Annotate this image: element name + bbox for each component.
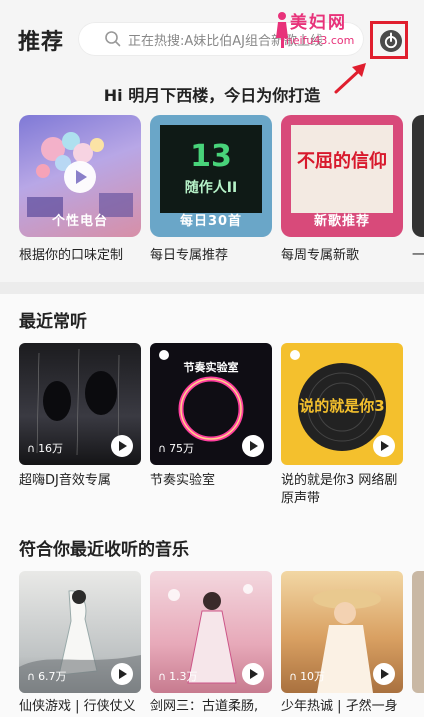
play-count: ∩ 1.3万 xyxy=(158,670,198,683)
album-art: 不屈的信仰 xyxy=(291,125,393,213)
recent-item-dj[interactable]: ∩ 16万 xyxy=(19,343,141,465)
card-tag: 个性电台 xyxy=(51,214,108,229)
play-count: ∩ 16万 xyxy=(27,442,64,455)
card-caption: 每日专属推荐 xyxy=(150,248,229,263)
tile-caption: 超嗨DJ音效专属 xyxy=(19,473,111,488)
play-button[interactable] xyxy=(242,663,264,685)
play-icon[interactable] xyxy=(64,161,96,193)
headphone-icon: ∩ xyxy=(158,670,167,683)
recommend-card-more[interactable] xyxy=(412,115,424,237)
suggest-item-more[interactable] xyxy=(412,571,424,693)
section-divider xyxy=(0,282,424,294)
tile-caption: 剑网三：古道柔肠, xyxy=(150,699,259,714)
recent-item-rhythm-lab[interactable]: 节奏实验室 ∩ 75万 xyxy=(150,343,272,465)
headphone-icon: ∩ xyxy=(27,670,36,683)
card-caption: 根据你的口味定制 xyxy=(19,248,124,263)
watermark-logo: 美妇网 meifu43.com xyxy=(272,10,376,50)
play-button[interactable] xyxy=(111,435,133,457)
greeting-text: Hi 明月下西楼，今日为你打造 xyxy=(103,86,321,105)
tile-caption: 仙侠游戏 | 行侠仗义 xyxy=(19,699,136,714)
tile-caption: 说的就是你3 网络剧原声带 xyxy=(281,473,398,506)
play-button[interactable] xyxy=(111,663,133,685)
play-count: ∩ 10万 xyxy=(289,670,326,683)
watermark-url: meifu43.com xyxy=(282,34,355,47)
card-tag: 每日30首 xyxy=(179,214,243,229)
headphone-icon: ∩ xyxy=(158,442,167,455)
recommend-card-newsongs[interactable]: 不屈的信仰 新歌推荐 xyxy=(281,115,403,237)
recommend-card-radio[interactable]: 个性电台 xyxy=(19,115,141,237)
suggest-item-jianwang[interactable]: ∩ 1.3万 xyxy=(150,571,272,693)
suggest-item-shaonian[interactable]: ∩ 10万 xyxy=(281,571,403,693)
headphone-icon: ∩ xyxy=(27,442,36,455)
card-caption: 一 xyxy=(412,248,424,263)
recent-item-ost[interactable]: 说的就是你3 xyxy=(281,343,403,465)
play-count: ∩ 6.7万 xyxy=(27,670,67,683)
suggest-item-xianxia[interactable]: ∩ 6.7万 xyxy=(19,571,141,693)
recent-section-title: 最近常听 xyxy=(19,312,87,332)
play-button[interactable] xyxy=(373,435,395,457)
card-tag: 新歌推荐 xyxy=(313,214,370,229)
voice-recognize-button[interactable] xyxy=(370,21,408,59)
album-art: 13 随作人II xyxy=(160,125,262,213)
play-count: ∩ 75万 xyxy=(158,442,195,455)
watermark-name: 美妇网 xyxy=(290,13,347,33)
card-caption: 每周专属新歌 xyxy=(281,248,360,263)
search-icon xyxy=(105,31,121,47)
tile-caption: 节奏实验室 xyxy=(150,473,216,488)
recommend-card-daily[interactable]: 13 随作人II 每日30首 xyxy=(150,115,272,237)
tile-caption: 少年热诚 | 孑然一身 xyxy=(281,699,398,714)
music-recognize-icon xyxy=(380,30,402,52)
suggest-section-title: 符合你最近收听的音乐 xyxy=(19,540,189,560)
page-title: 推荐 xyxy=(18,30,65,55)
play-button[interactable] xyxy=(242,435,264,457)
headphone-icon: ∩ xyxy=(289,670,298,683)
play-button[interactable] xyxy=(373,663,395,685)
